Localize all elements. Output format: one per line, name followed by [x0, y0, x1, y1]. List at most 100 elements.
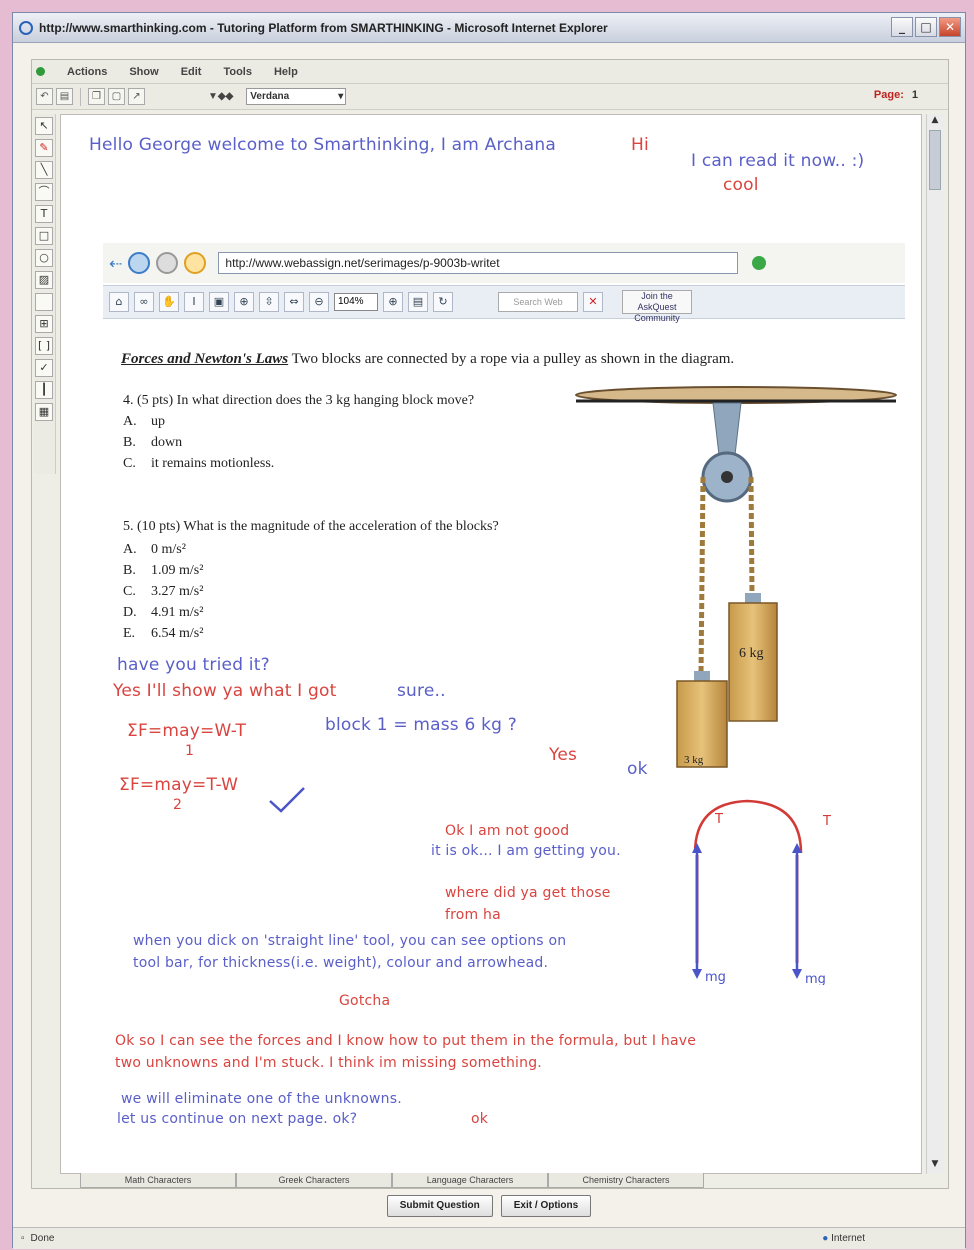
line-weight-icon[interactable]: ┃	[35, 381, 53, 399]
chat-eq2: ΣF=may=T-W	[119, 775, 239, 795]
snapshot-icon[interactable]: ▣	[209, 292, 229, 312]
weight-label-right: mg	[805, 972, 826, 985]
chat-tried: have you tried it?	[117, 655, 270, 675]
scroll-down-icon[interactable]: ▼	[928, 1159, 942, 1173]
undo-icon[interactable]: ↶	[36, 88, 53, 105]
submit-question-button[interactable]: Submit Question	[386, 1195, 493, 1217]
select-tool-icon[interactable]: ↖	[35, 117, 53, 135]
rectangle-tool-icon[interactable]: □	[35, 227, 53, 245]
tab-language-characters[interactable]: Language Characters	[392, 1173, 548, 1188]
hand-tool-icon[interactable]: ✋	[159, 292, 179, 312]
globe-icon: ●	[822, 1233, 829, 1244]
chat-eliminate-1: we will eliminate one of the unknowns.	[121, 1091, 402, 1107]
question-4: 4. (5 pts) In what direction does the 3 …	[123, 393, 475, 408]
chat-eq2-sub: 2	[173, 797, 183, 813]
fit-page-icon[interactable]: ⇳	[259, 292, 279, 312]
rotate-icon[interactable]: ↻	[433, 292, 453, 312]
refresh-icon[interactable]	[128, 252, 151, 274]
chat-tool-explain-2: tool bar, for thickness(i.e. weight), co…	[133, 955, 549, 971]
menu-actions[interactable]: Actions	[67, 66, 107, 78]
print-icon[interactable]: ▤	[56, 88, 73, 105]
whiteboard-canvas[interactable]: Hello George welcome to Smarthinking, I …	[60, 114, 922, 1174]
join-community-button[interactable]: Join the AskQuest Community	[622, 290, 692, 323]
canvas-scrollbar[interactable]: ▲ ▼	[926, 114, 944, 1174]
chat-where-from-1: where did ya get those	[445, 885, 611, 901]
chat-eq1-sub: 1	[185, 743, 195, 759]
grid-tool-icon[interactable]: ⊞	[35, 315, 53, 333]
tab-math-characters[interactable]: Math Characters	[80, 1173, 236, 1188]
text-select-icon[interactable]: I	[184, 292, 204, 312]
zoom-in-icon[interactable]: ⊕	[234, 292, 254, 312]
zoom-field[interactable]: 104%	[334, 293, 378, 311]
straight-line-tool-icon[interactable]: ╲	[35, 161, 53, 179]
tab-greek-characters[interactable]: Greek Characters	[236, 1173, 392, 1188]
menu-show[interactable]: Show	[129, 66, 158, 78]
blank-tool[interactable]	[35, 293, 53, 311]
font-size-control[interactable]: ▼◆◆	[208, 91, 233, 102]
ie-icon	[19, 20, 33, 35]
save-icon[interactable]: ⌂	[109, 292, 129, 312]
page-number[interactable]: 1	[912, 89, 918, 101]
q4-option-a: A. up	[123, 414, 165, 429]
go-icon[interactable]	[752, 256, 767, 270]
page-options-icon[interactable]: ▤	[408, 292, 428, 312]
zone-text: Internet	[831, 1233, 865, 1244]
chat-ok1: ok	[627, 759, 648, 779]
search-web-field[interactable]: Search Web	[498, 292, 578, 312]
chat-show-you: Yes I'll show ya what I got	[113, 681, 337, 701]
chat-read-now: I can read it now.. :)	[691, 151, 865, 171]
copy-icon[interactable]: ❐	[88, 88, 105, 105]
curve-tool-icon[interactable]: ⌒	[35, 183, 53, 201]
scroll-thumb[interactable]	[929, 130, 941, 190]
home-icon[interactable]	[184, 252, 207, 274]
eraser-tool-icon[interactable]: ▨	[35, 271, 53, 289]
tab-chemistry-characters[interactable]: Chemistry Characters	[548, 1173, 704, 1188]
close-button[interactable]: ✕	[939, 17, 961, 37]
bracket-tool-icon[interactable]: [ ]	[35, 337, 53, 355]
chat-gotcha: Gotcha	[339, 993, 391, 1009]
chat-eliminate-2: let us continue on next page. ok?	[117, 1111, 358, 1127]
chat-not-good: Ok I am not good	[445, 823, 570, 839]
ellipse-tool-icon[interactable]: ○	[35, 249, 53, 267]
stop-icon[interactable]	[156, 252, 179, 274]
scroll-up-icon[interactable]: ▲	[928, 115, 942, 129]
menu-help[interactable]: Help	[274, 66, 298, 78]
chat-block1: block 1 = mass 6 kg ?	[325, 715, 517, 735]
q5-option-b: B. 1.09 m/s²	[123, 563, 204, 578]
status-text: Done	[30, 1233, 55, 1244]
pen-tool-icon[interactable]: ✎	[35, 139, 53, 157]
paste-icon[interactable]: ▢	[108, 88, 125, 105]
checkmark-icon	[269, 787, 305, 813]
pointer-icon[interactable]: ↗	[128, 88, 145, 105]
menu-edit[interactable]: Edit	[181, 66, 202, 78]
color-tool-icon[interactable]: ▦	[35, 403, 53, 421]
zoom-plus-icon[interactable]: ⊕	[383, 292, 403, 312]
zoom-out-icon[interactable]: ⊖	[309, 292, 329, 312]
q4-option-b: B. down	[123, 435, 183, 450]
chat-stuck-2: two unknowns and I'm stuck. I think im m…	[115, 1055, 542, 1071]
address-field[interactable]: http://www.webassign.net/serimages/p-900…	[218, 252, 739, 274]
maximize-button[interactable]: □	[915, 17, 937, 37]
acrobat-icon[interactable]: ✕	[583, 292, 603, 312]
free-body-diagram: T T mg mg	[692, 799, 831, 985]
tutoring-app: Actions Show Edit Tools Help ↶ ▤ ❐ ▢ ↗ ▼…	[31, 59, 949, 1189]
problem-topic: Forces and Newton's Laws	[121, 351, 289, 367]
fit-width-icon[interactable]: ⇔	[284, 292, 304, 312]
font-select[interactable]: Verdana	[246, 88, 347, 105]
question-5: 5. (10 pts) What is the magnitude of the…	[123, 519, 499, 534]
minimize-button[interactable]: _	[891, 17, 913, 37]
tension-label-right: T	[822, 814, 831, 829]
check-tool-icon[interactable]: ✓	[35, 359, 53, 377]
menu-tools[interactable]: Tools	[223, 66, 252, 78]
menu-bar: Actions Show Edit Tools Help	[32, 60, 948, 84]
binoculars-icon[interactable]: ∞	[134, 292, 154, 312]
text-tool-icon[interactable]: T	[35, 205, 53, 223]
q5-option-c: C. 3.27 m/s²	[123, 584, 204, 599]
chat-sure: sure..	[397, 681, 446, 701]
exit-options-button[interactable]: Exit / Options	[500, 1195, 592, 1217]
chat-yes: Yes	[549, 745, 578, 765]
chat-eq1: ΣF=may=W-T	[127, 721, 247, 741]
drawing-tools: ↖ ✎ ╲ ⌒ T □ ○ ▨ ⊞ [ ] ✓ ┃ ▦	[34, 114, 56, 474]
back-arrow-icon[interactable]: ⇠	[109, 254, 122, 273]
q4-option-c: C. it remains motionless.	[123, 456, 275, 471]
